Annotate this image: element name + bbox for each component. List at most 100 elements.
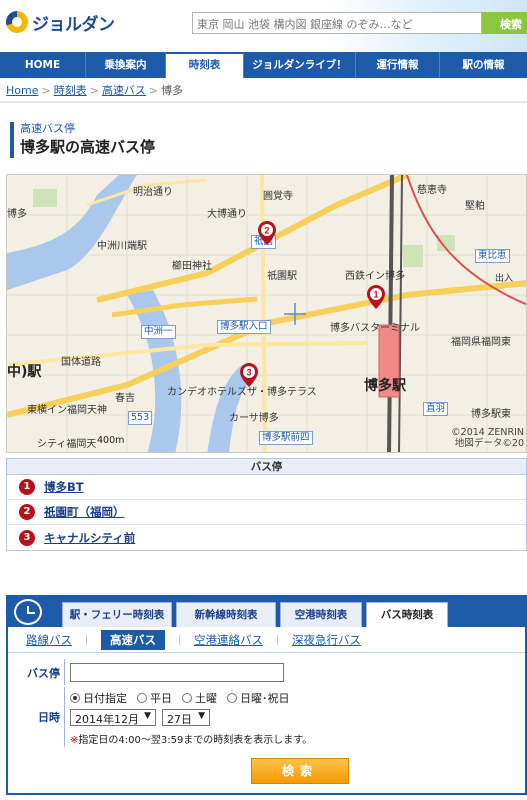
map-label: 祇園駅: [267, 271, 297, 282]
map-label: 堅粕: [465, 201, 485, 212]
timetable-search-panel: 駅・フェリー時刻表 新幹線時刻表 空港時刻表 バス時刻表 路線バス ｜ 高速バス…: [6, 595, 527, 795]
form-divider: [64, 687, 65, 747]
nav-item-service-info[interactable]: 運行情報: [356, 52, 440, 78]
tab-station-ferry[interactable]: 駅・フェリー時刻表: [62, 602, 172, 627]
timetable-tabs: 駅・フェリー時刻表 新幹線時刻表 空港時刻表 バス時刻表: [8, 597, 525, 627]
svg-text:1: 1: [373, 290, 378, 300]
map-label: 西鉄イン博多: [345, 271, 405, 282]
map-label: 中洲川端駅: [97, 241, 147, 252]
map-stop-box: 博多駅前四: [259, 431, 313, 445]
map-stop-box: 中洲一: [141, 325, 176, 339]
subtab-airport-bus[interactable]: 空港連絡バス: [194, 632, 263, 648]
map-pin-icon[interactable]: 2: [258, 221, 276, 245]
map-label: 櫛田神社: [172, 261, 212, 272]
site-header: ジョルダン 東京 岡山 池袋 構内図 銀座線 のぞみ…など 検索: [0, 0, 527, 52]
map-label: 明治通り: [133, 187, 173, 198]
date-note: ※指定日の4:00～翌3:59までの時刻表を表示します。: [70, 735, 313, 746]
list-item: 1 博多BT: [7, 475, 526, 500]
radio-sunday-holiday[interactable]: 日曜･祝日: [227, 690, 290, 706]
radio-weekday[interactable]: 平日: [137, 690, 172, 706]
map-label: 東横イン福岡天神: [27, 405, 107, 416]
map-label: 慈恵寺: [417, 185, 447, 196]
map-label: 中)駅: [7, 364, 42, 380]
radio-button[interactable]: [182, 693, 192, 703]
logo-text: ジョルダン: [32, 14, 115, 35]
divider: [0, 101, 527, 103]
bus-subtabs: 路線バス ｜ 高速バス ｜ 空港連絡バス ｜ 深夜急行バス: [8, 627, 525, 653]
map-label: 春吉: [115, 393, 135, 404]
month-select[interactable]: 2014年12月 ▼: [70, 709, 156, 726]
map-label: シティ福岡天: [37, 439, 97, 450]
nav-item-jorudan-live[interactable]: ジョルダンライブ！: [244, 52, 356, 78]
map-pin-icon[interactable]: 1: [367, 285, 385, 309]
breadcrumb-highway-bus[interactable]: 高速バス: [102, 84, 146, 97]
logo-icon: [6, 11, 28, 33]
map-label: 博多駅: [364, 378, 406, 394]
nav-item-transfer[interactable]: 乗換案内: [86, 52, 166, 78]
timetable-search-button[interactable]: 検索: [251, 758, 349, 784]
subtab-late-night-bus[interactable]: 深夜急行バス: [292, 632, 361, 648]
map-label: 福岡県福岡東: [451, 337, 511, 348]
stop-link-hakata-bt[interactable]: 博多BT: [44, 479, 84, 495]
map-label: 国体道路: [61, 357, 101, 368]
map-label: 大博通り: [207, 209, 247, 220]
subtab-highway-bus[interactable]: 高速バス: [101, 629, 165, 650]
clock-icon: [14, 599, 42, 625]
radio-button[interactable]: [70, 693, 80, 703]
main-nav: HOME 乗換案内 時刻表 ジョルダンライブ！ 運行情報 駅の情報: [0, 52, 527, 78]
map-label: 出入: [495, 274, 514, 284]
form-divider: [64, 659, 65, 685]
stop-number-badge: 1: [19, 479, 35, 495]
stop-number-badge: 3: [19, 529, 35, 546]
map-label: 博多駅東: [471, 409, 511, 420]
map-label: カーサ博多: [229, 413, 279, 424]
tab-shinkansen[interactable]: 新幹線時刻表: [176, 602, 276, 627]
busstop-input[interactable]: [70, 663, 284, 682]
page-subtitle: 高速バス停: [20, 122, 75, 135]
breadcrumb-timetable[interactable]: 時刻表: [54, 84, 87, 97]
radio-saturday[interactable]: 土曜: [182, 690, 217, 706]
radio-button[interactable]: [137, 693, 147, 703]
map-stop-box: 東比恵: [475, 249, 510, 263]
breadcrumb-current: 博多: [161, 84, 184, 97]
dropdown-arrow-icon: ▼: [144, 711, 151, 721]
map-route-box: 553: [128, 411, 153, 425]
tab-bus[interactable]: バス時刻表: [366, 602, 448, 627]
subtab-route-bus[interactable]: 路線バス: [26, 632, 72, 648]
datetime-field-label: 日時: [38, 711, 60, 724]
radio-date[interactable]: 日付指定: [70, 690, 127, 706]
nav-item-home[interactable]: HOME: [0, 52, 86, 78]
nav-item-timetable[interactable]: 時刻表: [166, 52, 244, 78]
svg-text:2: 2: [264, 226, 269, 236]
nav-item-station-info[interactable]: 駅の情報: [440, 52, 527, 78]
tab-airport[interactable]: 空港時刻表: [280, 602, 362, 627]
page-title: 博多駅の高速バス停: [20, 138, 156, 156]
site-search-button[interactable]: 検索: [482, 12, 527, 34]
busstop-field-label: バス停: [27, 667, 60, 680]
map-stop-box: 博多駅入口: [217, 320, 271, 334]
svg-text:3: 3: [246, 368, 251, 378]
site-logo[interactable]: ジョルダン: [6, 8, 115, 36]
dropdown-arrow-icon: ▼: [198, 711, 205, 721]
breadcrumb: Home > 時刻表 > 高速バス > 博多: [6, 84, 184, 97]
day-select[interactable]: 27日 ▼: [162, 709, 210, 726]
map-label: 圓覚寺: [263, 191, 293, 202]
radio-button[interactable]: [227, 693, 237, 703]
map-pin-icon[interactable]: 3: [240, 363, 258, 387]
map-copyright: ©2014 ZENRIN 地図データ©20: [451, 427, 524, 449]
list-item: 2 祇園町（福岡）: [7, 500, 526, 525]
page-title-block: 高速バス停 博多駅の高速バス停: [10, 122, 527, 158]
list-item: 3 キャナルシティ前: [7, 525, 526, 550]
bus-stop-list: バス停 1 博多BT 2 祇園町（福岡） 3 キャナルシティ前: [6, 458, 527, 551]
map-scale: 400m: [97, 435, 125, 446]
date-type-radios: 日付指定 平日 土曜 日曜･祝日: [70, 690, 300, 706]
map-view[interactable]: 明治通り 圓覚寺 慈恵寺 堅粕 博多 中洲川端駅 大博通り 櫛田神社 祇園駅 西…: [6, 174, 527, 453]
map-stop-box: 直羽: [423, 402, 449, 416]
map-label: 博多バスターミナル: [330, 323, 420, 334]
map-label: 博多: [7, 209, 27, 220]
stop-link-gion[interactable]: 祇園町（福岡）: [44, 504, 125, 520]
breadcrumb-home[interactable]: Home: [6, 84, 38, 97]
site-search-input[interactable]: 東京 岡山 池袋 構内図 銀座線 のぞみ…など: [192, 12, 482, 34]
stop-link-canal-city[interactable]: キャナルシティ前: [44, 530, 135, 546]
bus-stop-list-header: バス停: [7, 459, 526, 475]
